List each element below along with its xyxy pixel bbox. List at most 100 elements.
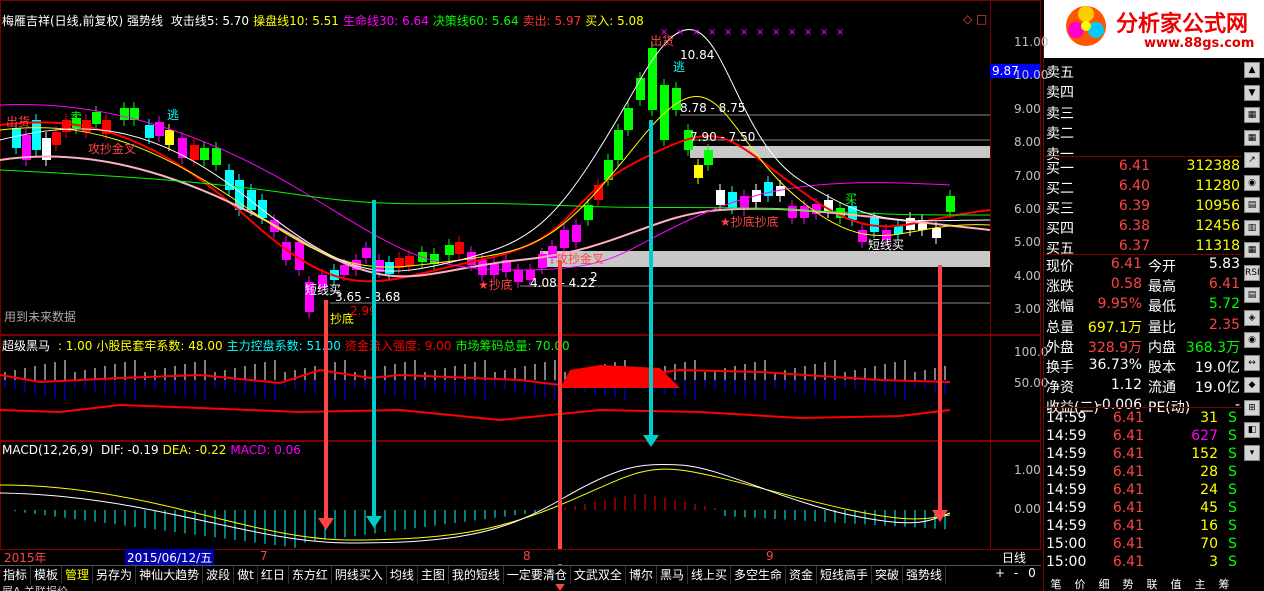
indicator-tab[interactable]: 神仙大趋势: [136, 566, 204, 584]
toolbar-icon[interactable]: ⊞: [1244, 399, 1260, 416]
stat-value: 5.72: [1208, 296, 1240, 313]
quote-bottom-tabs: 笔价细势联值主筹: [1044, 576, 1242, 591]
bid-label: 买五: [1046, 241, 1074, 257]
tick-side: S: [1228, 518, 1237, 534]
tick-side: S: [1228, 554, 1237, 570]
tick-time: 14:59: [1046, 482, 1087, 498]
bid-volume: 11318: [1195, 238, 1240, 254]
toolbar-icon[interactable]: ▾: [1244, 444, 1260, 461]
indicator-tab[interactable]: 一定要清仓: [504, 566, 571, 584]
tick-side: S: [1228, 428, 1237, 444]
quote-bottom-tab[interactable]: 细: [1092, 576, 1116, 591]
toolbar-icon[interactable]: ↗: [1244, 152, 1260, 168]
price-axis-label: 10.00: [1014, 68, 1049, 83]
price-axis-label: 11.00: [1014, 35, 1049, 49]
quote-bottom-tab[interactable]: 值: [1164, 576, 1188, 591]
bid-label: 买二: [1046, 181, 1074, 197]
bid-label: 买一: [1046, 161, 1074, 177]
indicator-tab[interactable]: 波段: [203, 566, 235, 584]
indicator-tab[interactable]: 我的短线: [449, 566, 504, 584]
quote-bottom-tab[interactable]: 联: [1140, 576, 1164, 591]
toolbar-icon[interactable]: RSI: [1244, 264, 1260, 281]
quote-row: 买一 6.41 312388: [1044, 158, 1242, 177]
ask-label: 卖五: [1046, 65, 1074, 81]
tick-volume: 70: [1200, 536, 1218, 552]
toolbar-icon[interactable]: ▼: [1244, 84, 1260, 101]
toolbar-icon[interactable]: ◉: [1244, 174, 1260, 191]
toolbar-icon[interactable]: ▥: [1244, 219, 1260, 236]
toolbar-icon[interactable]: ◧: [1244, 422, 1260, 438]
indicator-tab[interactable]: 指标: [0, 566, 32, 584]
indicator-tab[interactable]: 线上买: [688, 566, 731, 584]
stat-label: 现价: [1046, 259, 1074, 275]
quote-row: 换手 36.73% 股本 19.0亿: [1044, 357, 1242, 376]
toolbar-icon[interactable]: ▤: [1244, 197, 1260, 213]
stat-label: 总量: [1046, 319, 1074, 336]
quote-row: 买三 6.39 10956: [1044, 198, 1242, 217]
tick-price: 6.41: [1112, 536, 1144, 552]
tick-volume: 45: [1200, 500, 1218, 516]
toolbar-icon[interactable]: ▦: [1244, 107, 1260, 123]
tick-volume: 28: [1200, 464, 1218, 480]
stat-value: 1.12: [1110, 377, 1142, 394]
indicator-tab[interactable]: 多空生命: [731, 566, 786, 584]
indicator-tab[interactable]: 管理: [62, 566, 94, 584]
price-axis-label: 4.00: [1014, 268, 1041, 283]
indicator-tab[interactable]: 突破: [872, 566, 904, 584]
tab-control-button[interactable]: +: [992, 566, 1008, 580]
toolbar-icon[interactable]: ◆: [1244, 377, 1260, 393]
quote-row: 买四 6.38 12456: [1044, 218, 1242, 237]
indicator-tab[interactable]: 另存为: [93, 566, 137, 584]
indicator-tabs: 指标 模板 管理 另存为 神仙大趋势 波段 做t 红日 东方红 阴线买入 均线 主图 我的短线 一定要清仓…: [0, 565, 1041, 584]
quote-bottom-tab[interactable]: 势: [1116, 576, 1140, 591]
tab-control-button[interactable]: 0: [1024, 566, 1040, 580]
indicator-tab[interactable]: 主图: [418, 566, 449, 584]
quote-bottom-tab[interactable]: 价: [1068, 576, 1092, 591]
tab-control-button[interactable]: -: [1008, 566, 1024, 580]
quote-bottom-tab[interactable]: 筹: [1212, 576, 1236, 591]
quote-bottom-tab[interactable]: 笔: [1044, 576, 1068, 591]
tick-time: 15:00: [1046, 554, 1087, 570]
stat-label: 内盘: [1148, 339, 1176, 356]
indicator-tab[interactable]: 均线: [387, 566, 418, 584]
indicator-tab[interactable]: 黑马: [657, 566, 688, 584]
tick-time: 14:59: [1046, 518, 1087, 534]
tick-volume: 31: [1200, 410, 1218, 426]
indicator-tab[interactable]: 东方红: [289, 566, 332, 584]
indicator-tab[interactable]: 红日: [258, 566, 289, 584]
indicator-tab[interactable]: 做t: [234, 566, 258, 584]
sub1-axis-top: 100.0: [1014, 345, 1049, 359]
toolbar-icon[interactable]: ↔: [1244, 354, 1260, 371]
toolbar-icon[interactable]: ▦: [1244, 129, 1260, 146]
signal-arrow-head: [932, 510, 948, 522]
tick-price: 6.41: [1112, 518, 1144, 534]
toolbar-icon[interactable]: ▦: [1244, 242, 1260, 258]
toolbar-icon[interactable]: ◈: [1244, 309, 1260, 326]
toolbar-icon[interactable]: ▲: [1244, 62, 1260, 78]
signal-arrow-head: [643, 435, 659, 447]
logo-text: 分析家公式网: [1116, 11, 1249, 37]
indicator-tab[interactable]: 文武双全: [571, 566, 626, 584]
indicator-tab[interactable]: 模板: [31, 566, 63, 584]
quote-row: 外盘 328.9万 内盘 368.3万: [1044, 337, 1242, 356]
quote-row: 涨幅 9.95% 最低 5.72: [1044, 296, 1242, 315]
ask-label: 卖三: [1046, 105, 1074, 122]
quote-panel: 委比 卖五 卖四 卖三 卖二 卖一 买一 6.41 312388 买二 6.40 11280 买三 6.3…: [1043, 36, 1242, 591]
bid-label: 买四: [1046, 221, 1074, 237]
bid-price: 6.40: [1118, 178, 1150, 194]
period-label[interactable]: 日线: [1002, 549, 1026, 566]
stat-label: 今开: [1148, 259, 1176, 275]
indicator-tab[interactable]: 短线高手: [817, 566, 873, 584]
indicator-tab[interactable]: 阴线买入: [332, 566, 387, 584]
tick-price: 6.41: [1112, 446, 1144, 462]
quote-bottom-tab[interactable]: 主: [1188, 576, 1212, 591]
toolbar-icon[interactable]: ◉: [1244, 332, 1260, 348]
toolbar-icon[interactable]: ▤: [1244, 287, 1260, 303]
indicator-tab[interactable]: 博尔: [626, 566, 657, 584]
tick-price: 6.41: [1112, 464, 1144, 480]
tick-time: 14:59: [1046, 428, 1087, 444]
indicator-tab[interactable]: 强势线: [903, 566, 947, 584]
quote-row: 总量 697.1万 量比 2.35: [1044, 317, 1242, 336]
quote-row: 14:59 6.41 45 S: [1044, 500, 1242, 518]
indicator-tab[interactable]: 资金: [786, 566, 818, 584]
